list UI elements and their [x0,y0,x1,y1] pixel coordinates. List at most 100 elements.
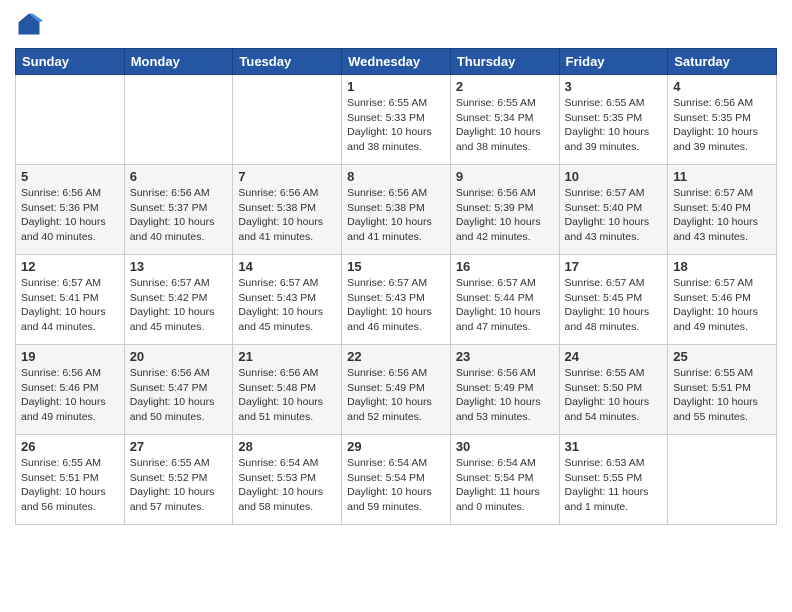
day-info: Sunrise: 6:55 AM Sunset: 5:34 PM Dayligh… [456,96,554,155]
calendar-cell: 25 Sunrise: 6:55 AM Sunset: 5:51 PM Dayli… [668,345,777,435]
day-info: Sunrise: 6:57 AM Sunset: 5:45 PM Dayligh… [565,276,663,335]
weekday-header: Saturday [668,49,777,75]
day-info: Sunrise: 6:54 AM Sunset: 5:54 PM Dayligh… [347,456,445,515]
weekday-header: Wednesday [342,49,451,75]
day-number: 8 [347,169,445,184]
day-info: Sunrise: 6:55 AM Sunset: 5:50 PM Dayligh… [565,366,663,425]
calendar-week-row: 19Sunrise: 6:56 AM Sunset: 5:46 PM Dayli… [16,345,777,435]
calendar-cell: 14 Sunrise: 6:57 AM Sunset: 5:43 PM Dayli… [233,255,342,345]
day-info: Sunrise: 6:55 AM Sunset: 5:33 PM Dayligh… [347,96,445,155]
day-number: 5 [21,169,119,184]
weekday-header: Friday [559,49,668,75]
day-number: 15 [347,259,445,274]
day-number: 2 [456,79,554,94]
calendar-cell [16,75,125,165]
calendar-cell [233,75,342,165]
day-info: Sunrise: 6:56 AM Sunset: 5:38 PM Dayligh… [347,186,445,245]
day-info: Sunrise: 6:56 AM Sunset: 5:48 PM Dayligh… [238,366,336,425]
day-number: 29 [347,439,445,454]
day-info: Sunrise: 6:56 AM Sunset: 5:36 PM Dayligh… [21,186,119,245]
day-number: 4 [673,79,771,94]
calendar-cell: 3 Sunrise: 6:55 AM Sunset: 5:35 PM Daylig… [559,75,668,165]
day-info: Sunrise: 6:56 AM Sunset: 5:47 PM Dayligh… [130,366,228,425]
day-number: 3 [565,79,663,94]
weekday-header: Thursday [450,49,559,75]
day-number: 16 [456,259,554,274]
day-number: 10 [565,169,663,184]
calendar-week-row: 1 Sunrise: 6:55 AM Sunset: 5:33 PM Daylig… [16,75,777,165]
calendar-cell: 12Sunrise: 6:57 AM Sunset: 5:41 PM Dayli… [16,255,125,345]
day-info: Sunrise: 6:56 AM Sunset: 5:46 PM Dayligh… [21,366,119,425]
calendar-cell: 2 Sunrise: 6:55 AM Sunset: 5:34 PM Daylig… [450,75,559,165]
weekday-header: Tuesday [233,49,342,75]
day-number: 22 [347,349,445,364]
calendar-body: 1 Sunrise: 6:55 AM Sunset: 5:33 PM Daylig… [16,75,777,525]
day-info: Sunrise: 6:55 AM Sunset: 5:51 PM Dayligh… [673,366,771,425]
page-container: SundayMondayTuesdayWednesdayThursdayFrid… [0,0,792,535]
calendar-cell: 17 Sunrise: 6:57 AM Sunset: 5:45 PM Dayli… [559,255,668,345]
day-number: 6 [130,169,228,184]
day-number: 11 [673,169,771,184]
day-number: 9 [456,169,554,184]
day-info: Sunrise: 6:57 AM Sunset: 5:44 PM Dayligh… [456,276,554,335]
calendar-cell: 13 Sunrise: 6:57 AM Sunset: 5:42 PM Dayli… [124,255,233,345]
weekday-header: Sunday [16,49,125,75]
calendar-cell: 23 Sunrise: 6:56 AM Sunset: 5:49 PM Dayli… [450,345,559,435]
logo [15,10,47,38]
calendar-cell [124,75,233,165]
day-info: Sunrise: 6:55 AM Sunset: 5:51 PM Dayligh… [21,456,119,515]
day-number: 27 [130,439,228,454]
day-number: 14 [238,259,336,274]
calendar-cell: 6 Sunrise: 6:56 AM Sunset: 5:37 PM Daylig… [124,165,233,255]
calendar-cell: 26Sunrise: 6:55 AM Sunset: 5:51 PM Dayli… [16,435,125,525]
day-info: Sunrise: 6:56 AM Sunset: 5:39 PM Dayligh… [456,186,554,245]
day-number: 28 [238,439,336,454]
day-number: 17 [565,259,663,274]
day-info: Sunrise: 6:56 AM Sunset: 5:49 PM Dayligh… [347,366,445,425]
day-number: 13 [130,259,228,274]
calendar-cell: 27Sunrise: 6:55 AM Sunset: 5:52 PM Dayli… [124,435,233,525]
day-number: 20 [130,349,228,364]
day-number: 24 [565,349,663,364]
day-info: Sunrise: 6:54 AM Sunset: 5:54 PM Dayligh… [456,456,554,515]
day-number: 1 [347,79,445,94]
calendar-week-row: 12Sunrise: 6:57 AM Sunset: 5:41 PM Dayli… [16,255,777,345]
calendar-cell: 1 Sunrise: 6:55 AM Sunset: 5:33 PM Daylig… [342,75,451,165]
calendar-cell: 7Sunrise: 6:56 AM Sunset: 5:38 PM Daylig… [233,165,342,255]
calendar-cell: 5 Sunrise: 6:56 AM Sunset: 5:36 PM Daylig… [16,165,125,255]
calendar-cell: 15Sunrise: 6:57 AM Sunset: 5:43 PM Dayli… [342,255,451,345]
day-number: 25 [673,349,771,364]
calendar-cell: 8 Sunrise: 6:56 AM Sunset: 5:38 PM Daylig… [342,165,451,255]
calendar-cell: 30 Sunrise: 6:54 AM Sunset: 5:54 PM Dayli… [450,435,559,525]
header-row: SundayMondayTuesdayWednesdayThursdayFrid… [16,49,777,75]
day-info: Sunrise: 6:57 AM Sunset: 5:40 PM Dayligh… [565,186,663,245]
day-number: 21 [238,349,336,364]
calendar-cell [668,435,777,525]
day-info: Sunrise: 6:57 AM Sunset: 5:46 PM Dayligh… [673,276,771,335]
calendar-cell: 24 Sunrise: 6:55 AM Sunset: 5:50 PM Dayli… [559,345,668,435]
calendar-cell: 10 Sunrise: 6:57 AM Sunset: 5:40 PM Dayli… [559,165,668,255]
day-info: Sunrise: 6:57 AM Sunset: 5:42 PM Dayligh… [130,276,228,335]
day-info: Sunrise: 6:53 AM Sunset: 5:55 PM Dayligh… [565,456,663,515]
day-number: 30 [456,439,554,454]
calendar-table: SundayMondayTuesdayWednesdayThursdayFrid… [15,48,777,525]
day-info: Sunrise: 6:57 AM Sunset: 5:43 PM Dayligh… [238,276,336,335]
calendar-cell: 31Sunrise: 6:53 AM Sunset: 5:55 PM Dayli… [559,435,668,525]
calendar-week-row: 5 Sunrise: 6:56 AM Sunset: 5:36 PM Daylig… [16,165,777,255]
calendar-cell: 19Sunrise: 6:56 AM Sunset: 5:46 PM Dayli… [16,345,125,435]
calendar-cell: 29 Sunrise: 6:54 AM Sunset: 5:54 PM Dayli… [342,435,451,525]
day-info: Sunrise: 6:56 AM Sunset: 5:37 PM Dayligh… [130,186,228,245]
day-info: Sunrise: 6:56 AM Sunset: 5:49 PM Dayligh… [456,366,554,425]
calendar-header: SundayMondayTuesdayWednesdayThursdayFrid… [16,49,777,75]
logo-icon [15,10,43,38]
header [15,10,777,38]
calendar-cell: 18Sunrise: 6:57 AM Sunset: 5:46 PM Dayli… [668,255,777,345]
calendar-cell: 22 Sunrise: 6:56 AM Sunset: 5:49 PM Dayli… [342,345,451,435]
day-info: Sunrise: 6:56 AM Sunset: 5:35 PM Dayligh… [673,96,771,155]
day-info: Sunrise: 6:55 AM Sunset: 5:35 PM Dayligh… [565,96,663,155]
calendar-cell: 11 Sunrise: 6:57 AM Sunset: 5:40 PM Dayli… [668,165,777,255]
weekday-header: Monday [124,49,233,75]
day-info: Sunrise: 6:57 AM Sunset: 5:40 PM Dayligh… [673,186,771,245]
day-number: 23 [456,349,554,364]
calendar-cell: 9 Sunrise: 6:56 AM Sunset: 5:39 PM Daylig… [450,165,559,255]
